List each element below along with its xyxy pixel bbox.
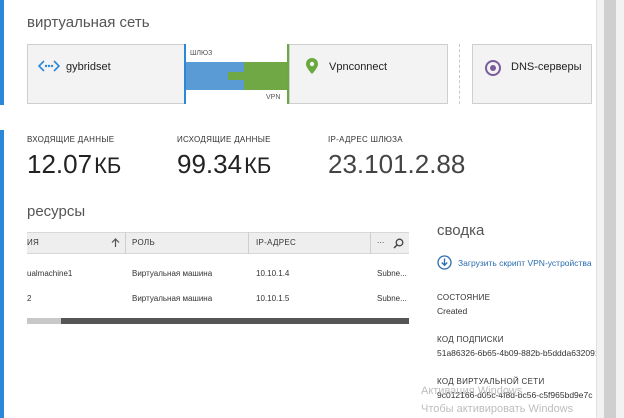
network-tile[interactable]: gybridset [27, 44, 185, 104]
cell-role: Виртуальная машина [132, 294, 213, 303]
cell-ip: 10.10.1.4 [256, 269, 290, 278]
activation-watermark-text: Чтобы активировать Windows [421, 403, 574, 415]
gateway-graphic [186, 62, 287, 90]
gateway-type-label: VPN [266, 94, 281, 101]
table-row[interactable]: ualmachine1 Виртуальная машина 10.10.1.4… [27, 264, 409, 284]
inbound-data-value: 12.07КБ [27, 149, 122, 179]
table-row[interactable]: 2 Виртуальная машина 10.10.1.5 Subne... [27, 289, 409, 309]
gateway-label: ШЛЮЗ [190, 50, 213, 57]
status-value: Created [437, 306, 468, 316]
outbound-data-label: ИСХОДЯЩИЕ ДАННЫЕ [177, 135, 271, 144]
accent-bar-top [0, 0, 4, 105]
scrollbar-thumb[interactable] [27, 318, 61, 324]
summary-title: сводка [437, 222, 485, 239]
divider [459, 44, 460, 104]
table-header [27, 232, 409, 254]
subscription-id-value: 51a86326-6b65-4b09-882b-b5ddda632091 [437, 348, 600, 358]
dns-server-icon [485, 60, 501, 76]
vpn-connection-tile[interactable]: Vpnconnect [289, 44, 448, 104]
column-header-role[interactable]: РОЛЬ [132, 238, 155, 247]
gateway-ip-value: 23.101.2.88 [328, 149, 466, 179]
subscription-id-label: КОД ПОДПИСКИ [437, 335, 504, 344]
virtual-network-icon [38, 60, 60, 72]
cell-name: ualmachine1 [27, 269, 73, 278]
vpn-connection-name: Vpnconnect [329, 61, 388, 73]
accent-bar-bottom [0, 130, 4, 418]
sort-ascending-icon[interactable] [111, 238, 120, 248]
cell-subnet: Subne... [377, 294, 407, 303]
status-label: СОСТОЯНИЕ [437, 293, 491, 302]
gateway-connector[interactable]: ШЛЮЗ VPN [184, 44, 289, 104]
search-icon[interactable] [393, 238, 404, 249]
download-vpn-script-link[interactable]: Загрузить скрипт VPN-устройства [458, 258, 592, 268]
column-header-name[interactable]: ИЯ [27, 238, 39, 247]
outbound-data-value: 99.34КБ [177, 149, 272, 179]
section-title: виртуальная сеть [27, 14, 150, 31]
vertical-scrollbar-thumb[interactable] [604, 0, 616, 418]
network-name: gybridset [66, 61, 111, 73]
gateway-ip-label: IP-АДРЕС ШЛЮЗА [328, 135, 403, 144]
cell-role: Виртуальная машина [132, 269, 213, 278]
more-columns-button[interactable]: ... [377, 236, 385, 245]
horizontal-scrollbar[interactable] [27, 318, 409, 324]
activation-watermark-title: Активация Windows [421, 385, 523, 397]
location-pin-icon [306, 58, 318, 74]
cell-name: 2 [27, 294, 32, 303]
resources-title: ресурсы [27, 203, 86, 220]
column-header-ip[interactable]: IP-АДРЕС [256, 238, 296, 247]
inbound-data-label: ВХОДЯЩИЕ ДАННЫЕ [27, 135, 115, 144]
dns-servers-label: DNS-серверы [511, 61, 582, 73]
cell-ip: 10.10.1.5 [256, 294, 290, 303]
dns-servers-tile[interactable]: DNS-серверы [472, 44, 592, 104]
download-icon[interactable] [437, 255, 452, 270]
cell-subnet: Subne... [377, 269, 407, 278]
